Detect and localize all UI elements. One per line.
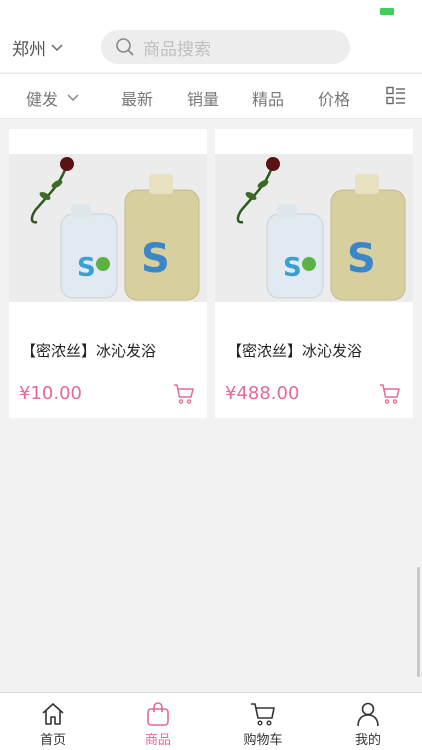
scrollbar[interactable]	[417, 567, 420, 677]
city-label: 郑州	[12, 40, 46, 60]
user-icon	[357, 702, 379, 727]
filter-featured[interactable]: 精品	[252, 86, 284, 110]
tab-products[interactable]: 商品	[123, 701, 193, 748]
search-input[interactable]: 商品搜索	[101, 30, 350, 64]
filter-category[interactable]: 健发	[26, 86, 80, 110]
search-icon	[116, 38, 134, 56]
tab-cart-label: 购物车	[243, 733, 283, 748]
top-header: 郑州 商品搜索	[0, 24, 422, 72]
bottom-tab-bar: 首页 商品 购物车 我的	[0, 692, 422, 750]
product-photo: S S	[215, 154, 413, 302]
svg-text:S: S	[141, 236, 170, 282]
product-image[interactable]: S S	[215, 154, 413, 302]
tab-home-label: 首页	[39, 733, 66, 748]
filter-category-label: 健发	[26, 90, 59, 109]
tab-home[interactable]: 首页	[18, 701, 88, 748]
filter-price[interactable]: 价格	[318, 86, 350, 110]
chevron-down-icon	[67, 94, 79, 102]
svg-text:S: S	[77, 253, 96, 283]
svg-text:S: S	[283, 253, 302, 283]
add-to-cart-icon[interactable]	[379, 383, 401, 405]
status-bar	[0, 0, 422, 24]
tab-profile[interactable]: 我的	[333, 701, 403, 748]
chevron-down-icon	[51, 43, 63, 51]
filter-newest-label: 最新	[121, 90, 154, 109]
home-icon	[42, 703, 64, 725]
battery-icon	[380, 8, 394, 15]
filter-bar: 健发 最新 销量 精品 价格	[0, 73, 422, 119]
product-price: ¥488.00	[225, 383, 300, 404]
filter-price-label: 价格	[318, 90, 351, 109]
tab-profile-label: 我的	[354, 733, 381, 748]
tab-products-label: 商品	[144, 733, 171, 748]
product-card[interactable]: S S 【密浓丝】冰沁发浴 ¥488.00	[215, 129, 413, 418]
product-image[interactable]: S S	[9, 154, 207, 302]
cart-icon	[251, 703, 275, 726]
product-photo: S S	[9, 154, 207, 302]
product-card[interactable]: S S 【密浓丝】冰沁发浴 ¥10.00	[9, 129, 207, 418]
tab-cart[interactable]: 购物车	[228, 701, 298, 748]
product-price: ¥10.00	[19, 383, 82, 404]
filter-newest[interactable]: 最新	[121, 86, 153, 110]
product-title[interactable]: 【密浓丝】冰沁发浴	[227, 340, 362, 361]
shopping-bag-icon	[147, 702, 169, 726]
filter-featured-label: 精品	[252, 90, 285, 109]
search-placeholder: 商品搜索	[143, 39, 211, 60]
svg-text:S: S	[347, 236, 376, 282]
add-to-cart-icon[interactable]	[173, 383, 195, 405]
city-selector[interactable]: 郑州	[12, 35, 64, 60]
product-title[interactable]: 【密浓丝】冰沁发浴	[21, 340, 156, 361]
list-view-icon[interactable]	[386, 86, 406, 106]
filter-sales[interactable]: 销量	[187, 86, 219, 110]
filter-sales-label: 销量	[187, 90, 220, 109]
